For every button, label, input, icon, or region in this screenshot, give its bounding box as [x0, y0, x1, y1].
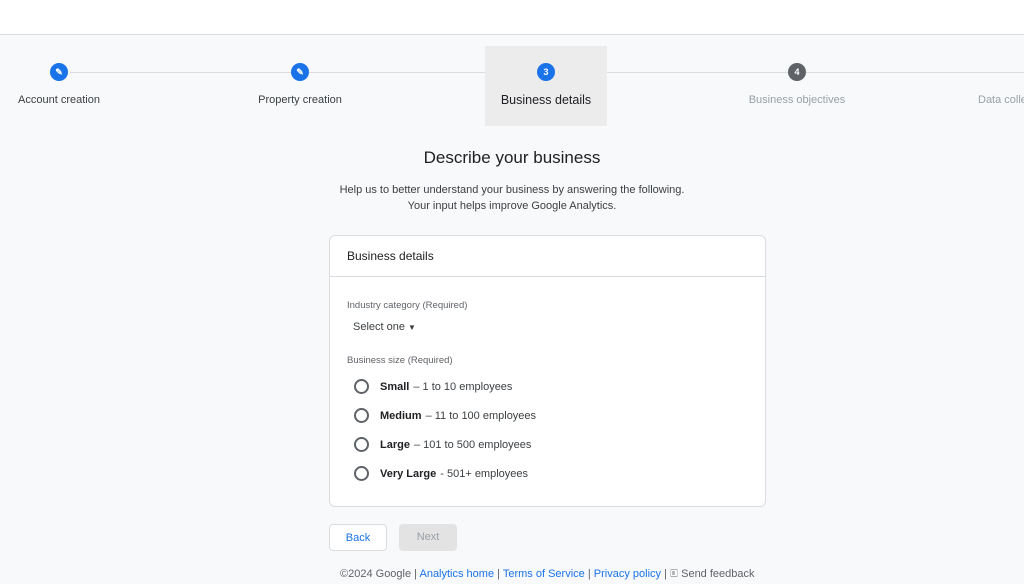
option-name: Small [380, 380, 410, 393]
option-name: Large [380, 438, 410, 451]
industry-select[interactable]: Select one ▼ [353, 321, 416, 333]
feedback-label: Send feedback [681, 568, 755, 580]
select-value: Select one [353, 321, 405, 333]
option-detail: – 11 to 100 employees [425, 409, 537, 422]
size-label: Business size (Required) [347, 355, 453, 366]
step-label: Data collection [978, 94, 1024, 106]
terms-link[interactable]: Terms of Service [503, 568, 585, 580]
card-header: Business details [330, 236, 765, 277]
step-label: Account creation [18, 94, 100, 106]
subtitle-line: Your input helps improve Google Analytic… [407, 200, 617, 212]
dropdown-arrow-icon: ▼ [408, 323, 416, 332]
pencil-icon: ✎ [50, 63, 68, 81]
next-button[interactable]: Next [399, 524, 457, 551]
step-label: Business details [500, 93, 592, 107]
radio-small[interactable]: Small – 1 to 10 employees [354, 379, 512, 394]
page-title: Describe your business [423, 148, 601, 167]
radio-large[interactable]: Large – 101 to 500 employees [354, 437, 531, 452]
top-bar [0, 0, 1024, 35]
business-details-card: Business details Industry category (Requ… [329, 235, 766, 507]
step-account-creation[interactable]: ✎ Account creation [0, 46, 120, 126]
option-name: Very Large [380, 467, 437, 480]
step-business-objectives: 4 Business objectives [736, 46, 858, 126]
step-data-collection: Data collection [978, 46, 1024, 126]
option-detail: - 501+ employees [440, 467, 529, 480]
step-number: 3 [537, 63, 555, 81]
option-detail: – 1 to 10 employees [413, 380, 513, 393]
copyright: ©2024 Google [340, 568, 412, 580]
step-property-creation[interactable]: ✎ Property creation [239, 46, 361, 126]
pencil-icon: ✎ [291, 63, 309, 81]
page-subtitle: Help us to better understand your busine… [0, 182, 1024, 214]
radio-circle-icon[interactable] [354, 379, 369, 394]
feedback-icon: 🗉 [670, 568, 679, 580]
radio-circle-icon[interactable] [354, 466, 369, 481]
option-name: Medium [380, 409, 422, 422]
radio-circle-icon[interactable] [354, 437, 369, 452]
step-business-details[interactable]: 3 Business details [485, 46, 607, 126]
send-feedback-button[interactable]: 🗉 Send feedback [670, 568, 755, 580]
footer: ©2024 Google | Analytics home | Terms of… [340, 568, 755, 580]
analytics-home-link[interactable]: Analytics home [419, 568, 494, 580]
radio-circle-icon[interactable] [354, 408, 369, 423]
radio-very-large[interactable]: Very Large - 501+ employees [354, 466, 528, 481]
industry-label: Industry category (Required) [347, 300, 468, 311]
step-label: Property creation [258, 94, 342, 106]
subtitle-line: Help us to better understand your busine… [339, 184, 685, 196]
step-number: 4 [788, 63, 806, 81]
privacy-link[interactable]: Privacy policy [594, 568, 661, 580]
back-button[interactable]: Back [329, 524, 387, 551]
radio-medium[interactable]: Medium – 11 to 100 employees [354, 408, 536, 423]
option-detail: – 101 to 500 employees [413, 438, 532, 451]
step-label: Business objectives [748, 94, 846, 106]
